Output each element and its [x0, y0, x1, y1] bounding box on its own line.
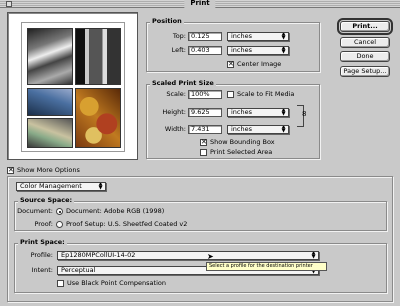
- popup-arrows-icon: ▲▼: [311, 251, 316, 260]
- scale-field[interactable]: 100%: [188, 90, 222, 99]
- document-label: Document:: [17, 207, 53, 215]
- proof-label: Proof:: [34, 220, 53, 228]
- popup-arrows-icon: ▲▼: [281, 46, 286, 55]
- arrow-cursor-icon: ➤: [207, 252, 214, 261]
- height-label: Height:: [162, 108, 186, 116]
- scaled-size-title: Scaled Print Size: [150, 79, 216, 87]
- top-field[interactable]: 0.125: [188, 32, 222, 41]
- center-image-checkbox[interactable]: ✕: [227, 61, 234, 68]
- fit-media-label: Scale to Fit Media: [237, 90, 295, 98]
- profile-value: Ep1280MPCollUI-14-02: [61, 251, 136, 259]
- proof-option-label: Proof Setup: U.S. Sheetfed Coated v2: [66, 220, 188, 228]
- popup-arrows-icon: ▲▼: [98, 182, 103, 191]
- preview-photo-4: [27, 118, 73, 148]
- black-point-label: Use Black Point Compensation: [67, 279, 166, 287]
- source-space-title: Source Space:: [18, 196, 75, 204]
- print-button[interactable]: Print...: [337, 18, 393, 35]
- height-unit-value: inches: [231, 108, 253, 116]
- intent-label: Intent:: [31, 266, 53, 274]
- left-unit-value: inches: [231, 46, 253, 54]
- selected-area-checkbox[interactable]: [200, 149, 207, 156]
- color-management-popup[interactable]: Color Management ▲ ▼: [16, 182, 106, 191]
- show-more-options-label: Show More Options: [17, 166, 80, 174]
- color-management-value: Color Management: [20, 182, 82, 190]
- left-field[interactable]: 0.403: [188, 46, 222, 55]
- profile-tooltip: Select a profile for the destination pri…: [206, 262, 327, 271]
- preview-page: [21, 22, 125, 152]
- height-field[interactable]: 9.625: [188, 108, 222, 117]
- print-space-title: Print Space:: [18, 238, 67, 246]
- profile-label: Profile:: [30, 251, 53, 259]
- page-setup-button[interactable]: Page Setup...: [340, 66, 390, 77]
- popup-arrows-icon: ▲▼: [281, 32, 286, 41]
- popup-arrows-icon: ▲▼: [281, 108, 286, 117]
- left-label: Left:: [171, 46, 186, 54]
- link-chain-icon[interactable]: 8: [302, 110, 306, 118]
- document-option-label: Document: Adobe RGB (1998): [66, 207, 165, 215]
- document-radio[interactable]: [56, 208, 63, 215]
- position-title: Position: [150, 17, 184, 25]
- show-more-options-checkbox[interactable]: ✕: [7, 167, 14, 174]
- width-unit-popup[interactable]: inches ▲ ▼: [227, 125, 289, 134]
- width-field[interactable]: 7.431: [188, 125, 222, 134]
- width-unit-value: inches: [231, 125, 253, 133]
- intent-value: Perceptual: [61, 266, 96, 274]
- black-point-checkbox[interactable]: [57, 280, 64, 287]
- left-unit-popup[interactable]: inches ▲ ▼: [227, 46, 289, 55]
- print-preview[interactable]: [7, 12, 138, 160]
- top-unit-popup[interactable]: inches ▲ ▼: [227, 32, 289, 41]
- bounding-box-label: Show Bounding Box: [210, 138, 275, 146]
- window-title: Print: [184, 0, 216, 8]
- window-title-bar[interactable]: Print: [0, 0, 400, 8]
- close-box-icon[interactable]: [6, 1, 12, 7]
- preview-photo-3: [27, 88, 73, 116]
- selected-area-label: Print Selected Area: [210, 148, 273, 156]
- preview-photo-1: [27, 28, 73, 85]
- top-label: Top:: [172, 32, 186, 40]
- preview-photo-2: [75, 28, 121, 85]
- profile-popup[interactable]: Ep1280MPCollUI-14-02 ▲ ▼: [57, 251, 319, 260]
- center-image-label: Center Image: [237, 60, 282, 68]
- height-unit-popup[interactable]: inches ▲ ▼: [227, 108, 289, 117]
- done-button[interactable]: Done: [340, 51, 390, 62]
- preview-photo-5: [75, 88, 121, 148]
- cancel-button[interactable]: Cancel: [340, 37, 390, 48]
- proof-radio[interactable]: [56, 221, 63, 228]
- popup-arrows-icon: ▲▼: [281, 125, 286, 134]
- bounding-box-checkbox[interactable]: ✕: [200, 139, 207, 146]
- top-unit-value: inches: [231, 32, 253, 40]
- scale-label: Scale:: [166, 90, 186, 98]
- fit-media-checkbox[interactable]: [227, 91, 234, 98]
- width-label: Width:: [164, 125, 186, 133]
